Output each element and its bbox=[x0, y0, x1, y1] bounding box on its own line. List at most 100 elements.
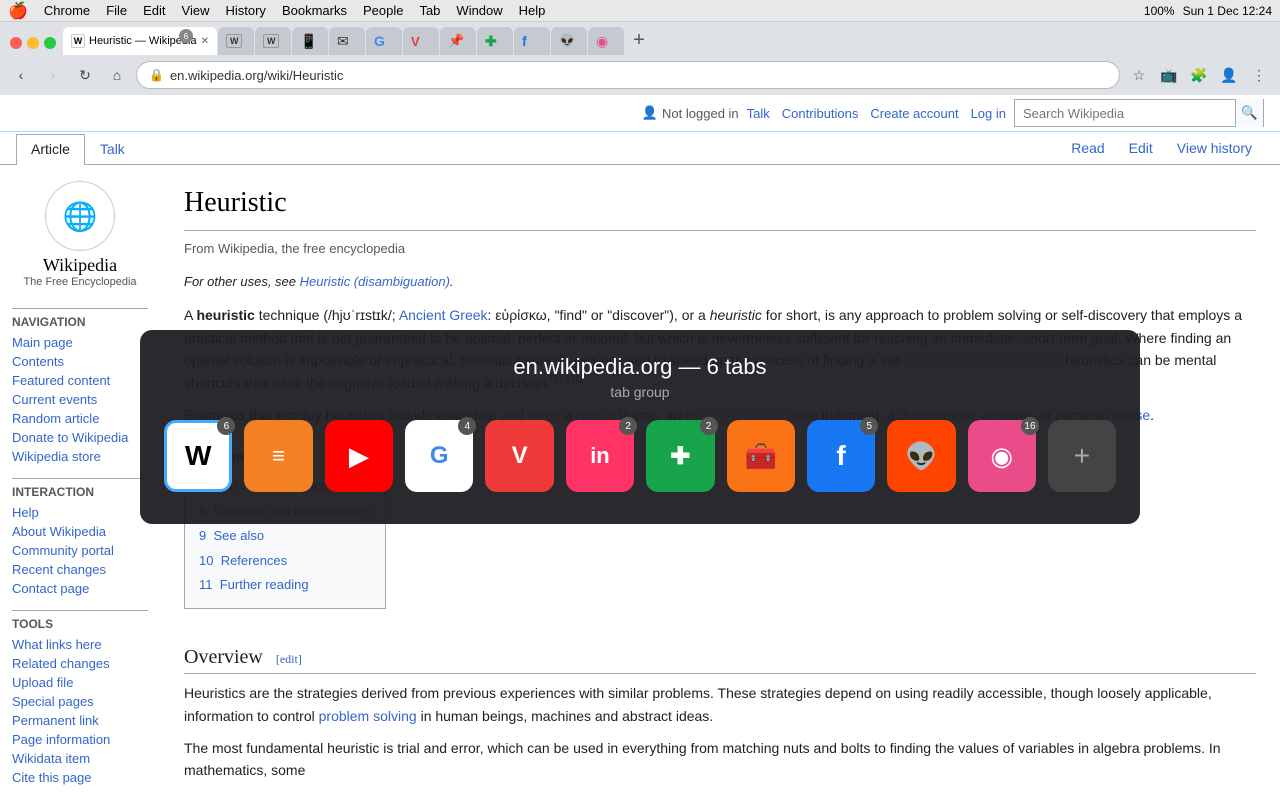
sidebar-item-page-info[interactable]: Page information bbox=[12, 730, 148, 749]
sidebar-item-main-page[interactable]: Main page bbox=[12, 333, 148, 352]
tg-icon-vivaldi[interactable]: V bbox=[485, 420, 553, 492]
home-button[interactable]: ⌂ bbox=[104, 62, 130, 88]
help-menu[interactable]: Help bbox=[519, 3, 546, 18]
window-menu[interactable]: Window bbox=[456, 3, 502, 18]
tg-icon-invision[interactable]: in 2 bbox=[566, 420, 634, 492]
back-button[interactable]: ‹ bbox=[8, 62, 34, 88]
history-menu[interactable]: History bbox=[225, 3, 265, 18]
read-tab[interactable]: Read bbox=[1059, 132, 1116, 164]
talk-tab[interactable]: Talk bbox=[85, 132, 140, 165]
sidebar-item-featured[interactable]: Featured content bbox=[12, 371, 148, 390]
tg-add-button[interactable]: + bbox=[1048, 420, 1116, 492]
tab-facebook[interactable]: f bbox=[514, 27, 550, 55]
not-logged-in-text: Not logged in bbox=[662, 106, 739, 121]
tab-gmail[interactable]: ✉ bbox=[329, 27, 365, 55]
sidebar-item-what-links[interactable]: What links here bbox=[12, 635, 148, 654]
wiki-article-tabs: Article Talk Read Edit View history bbox=[0, 132, 1280, 165]
edit-tab[interactable]: Edit bbox=[1117, 132, 1165, 164]
new-tab-button[interactable]: + bbox=[625, 26, 653, 54]
reload-button[interactable]: ↻ bbox=[72, 62, 98, 88]
sidebar-item-random[interactable]: Random article bbox=[12, 409, 148, 428]
sidebar-item-contact[interactable]: Contact page bbox=[12, 579, 148, 598]
article-title: Heuristic bbox=[184, 181, 1256, 231]
chrome-menu[interactable]: Chrome bbox=[44, 3, 90, 18]
sidebar-item-about[interactable]: About Wikipedia bbox=[12, 522, 148, 541]
tg-icon-youtube[interactable]: ▶ bbox=[325, 420, 393, 492]
wiki-logo-title: Wikipedia bbox=[12, 255, 148, 276]
tab-invision[interactable]: 📌 bbox=[440, 27, 476, 55]
tab-dribbble[interactable]: ◉ bbox=[588, 27, 624, 55]
tg-icon-stackoverflow[interactable]: ≡ bbox=[244, 420, 312, 492]
people-menu[interactable]: People bbox=[363, 3, 403, 18]
tab-group-title: en.wikipedia.org — 6 tabs bbox=[164, 354, 1116, 380]
wiki-logo-subtitle: The Free Encyclopedia bbox=[12, 276, 148, 288]
sidebar-item-cite[interactable]: Cite this page bbox=[12, 768, 148, 787]
tg-icon-google[interactable]: G 4 bbox=[405, 420, 473, 492]
vivaldi-logo-icon: V bbox=[512, 442, 528, 470]
window-close-button[interactable] bbox=[10, 37, 22, 49]
sidebar-item-store[interactable]: Wikipedia store bbox=[12, 447, 148, 466]
bookmark-star-button[interactable]: ☆ bbox=[1126, 62, 1152, 88]
toc-item-11[interactable]: 11 Further reading bbox=[199, 573, 371, 598]
file-menu[interactable]: File bbox=[106, 3, 127, 18]
toc-item-10[interactable]: 10 References bbox=[199, 549, 371, 574]
sidebar-item-help[interactable]: Help bbox=[12, 503, 148, 522]
cast-button[interactable]: 📺 bbox=[1156, 62, 1182, 88]
contributions-link[interactable]: Contributions bbox=[782, 106, 859, 121]
disambig-link[interactable]: Heuristic (disambiguation) bbox=[300, 274, 450, 289]
wiki-search-input[interactable] bbox=[1015, 100, 1235, 126]
tab-reddit[interactable]: 👽 bbox=[551, 27, 587, 55]
tab-wikipedia[interactable]: W Heuristic — Wikipedia 6 ✕ bbox=[63, 27, 217, 55]
window-maximize-button[interactable] bbox=[44, 37, 56, 49]
tab-whatsapp[interactable]: 📱 bbox=[292, 27, 328, 55]
stackoverflow-icon: ≡ bbox=[272, 443, 285, 469]
sidebar-item-permanent-link[interactable]: Permanent link bbox=[12, 711, 148, 730]
tg-icon-toolbox[interactable]: 🧰 bbox=[727, 420, 795, 492]
facebook-logo-icon: f bbox=[836, 440, 845, 472]
sidebar-item-upload[interactable]: Upload file bbox=[12, 673, 148, 692]
view-history-tab[interactable]: View history bbox=[1165, 132, 1264, 164]
tg-icon-dribbble[interactable]: ◉ 16 bbox=[968, 420, 1036, 492]
talk-link[interactable]: Talk bbox=[747, 106, 770, 121]
toc-item-9[interactable]: 9 See also bbox=[199, 524, 371, 549]
apple-menu[interactable]: 🍎 bbox=[8, 1, 28, 21]
battery-indicator: 100% bbox=[1144, 4, 1175, 18]
tab-3[interactable]: W bbox=[255, 27, 291, 55]
tg-icon-plus[interactable]: ✚ 2 bbox=[646, 420, 714, 492]
tab-vivaldi[interactable]: V bbox=[403, 27, 439, 55]
problem-solving-link[interactable]: problem solving bbox=[319, 708, 417, 724]
sidebar-item-recent-changes[interactable]: Recent changes bbox=[12, 560, 148, 579]
tab-cross[interactable]: ✚ bbox=[477, 27, 513, 55]
address-bar[interactable]: 🔒 en.wikipedia.org/wiki/Heuristic bbox=[136, 61, 1120, 89]
sidebar-item-current-events[interactable]: Current events bbox=[12, 390, 148, 409]
sidebar-item-special-pages[interactable]: Special pages bbox=[12, 692, 148, 711]
bookmarks-menu[interactable]: Bookmarks bbox=[282, 3, 347, 18]
interaction-heading: Interaction bbox=[12, 478, 148, 499]
article-tab[interactable]: Article bbox=[16, 134, 85, 165]
login-link[interactable]: Log in bbox=[971, 106, 1006, 121]
wiki-search-button[interactable]: 🔍 bbox=[1235, 99, 1263, 127]
tab-2[interactable]: W bbox=[218, 27, 254, 55]
forward-button[interactable]: › bbox=[40, 62, 66, 88]
sidebar-item-contents[interactable]: Contents bbox=[12, 352, 148, 371]
create-account-link[interactable]: Create account bbox=[870, 106, 958, 121]
extensions-button[interactable]: 🧩 bbox=[1186, 62, 1212, 88]
tg-icon-facebook[interactable]: f 5 bbox=[807, 420, 875, 492]
tg-icon-wikipedia[interactable]: W 6 bbox=[164, 420, 232, 492]
tab-close-button[interactable]: ✕ bbox=[201, 36, 209, 47]
ancient-greek-link[interactable]: Ancient Greek bbox=[399, 307, 488, 323]
window-minimize-button[interactable] bbox=[27, 37, 39, 49]
tab-menu[interactable]: Tab bbox=[419, 3, 440, 18]
chrome-menu-button[interactable]: ⋮ bbox=[1246, 62, 1272, 88]
overview-edit-link[interactable]: [edit] bbox=[276, 652, 302, 666]
sidebar-item-community[interactable]: Community portal bbox=[12, 541, 148, 560]
sidebar-item-donate[interactable]: Donate to Wikipedia bbox=[12, 428, 148, 447]
sidebar-item-related-changes[interactable]: Related changes bbox=[12, 654, 148, 673]
profile-button[interactable]: 👤 bbox=[1216, 62, 1242, 88]
view-menu[interactable]: View bbox=[182, 3, 210, 18]
sidebar-item-wikidata[interactable]: Wikidata item bbox=[12, 749, 148, 768]
edit-menu[interactable]: Edit bbox=[143, 3, 165, 18]
tg-icon-reddit[interactable]: 👽 bbox=[887, 420, 955, 492]
plus-green-icon: ✚ bbox=[670, 442, 690, 471]
tab-google[interactable]: G bbox=[366, 27, 402, 55]
